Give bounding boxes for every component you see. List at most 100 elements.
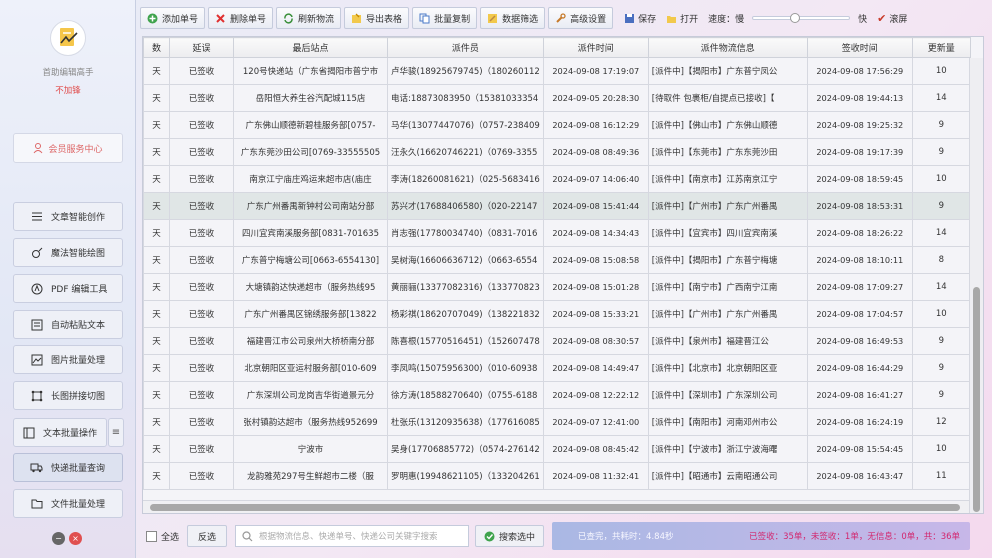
bottom-bar: 全选 反选 根据物流信息、快递单号、快递公司关键字搜索 搜索选中 已查完，共耗时… — [140, 520, 992, 552]
delete-number-label: 删除单号 — [230, 14, 267, 25]
sidebar-item-express[interactable]: 快递批量查询 — [13, 453, 123, 482]
open-button[interactable]: 打开 — [666, 12, 698, 25]
advanced-settings-button[interactable]: 高级设置 — [548, 7, 614, 29]
table-cell: 2024-09-08 18:10:11 — [806, 246, 913, 274]
column-header[interactable]: 更新量 — [911, 37, 971, 58]
table-row[interactable]: 天已签收 福建晋江市公司泉州大桥桥南分部 陈喜根(15770516451)（1526… — [143, 327, 971, 355]
select-all-checkbox[interactable]: 全选 — [146, 530, 179, 543]
vertical-scroll-thumb[interactable] — [973, 287, 980, 512]
table-cell: 2024-09-08 14:34:43 — [542, 219, 649, 247]
table-cell: 2024-09-08 17:09:27 — [806, 273, 913, 301]
table-row[interactable]: 天已签收 南京江宁庙庄鸡运来超市店(庙庄 李涛(18260081621)（025-5… — [143, 165, 971, 193]
table-cell: 龙韵雅苑297号生鲜超市二楼（服 — [233, 462, 388, 490]
save-button[interactable]: 保存 — [624, 12, 656, 25]
table-row[interactable]: 天已签收 岳阳恒大养生谷汽配城115店 电话:18873083950（1538103… — [143, 84, 971, 112]
wrench-icon — [555, 12, 566, 24]
table-cell: 天 — [143, 192, 170, 220]
table-cell: 10 — [911, 57, 971, 85]
invert-selection-button[interactable]: 反选 — [187, 525, 228, 547]
table-cell: 广东东莞沙田公司[0769-33555505 — [233, 138, 388, 166]
table-cell: 10 — [911, 435, 971, 463]
search-input[interactable]: 根据物流信息、快递单号、快递公司关键字搜索 — [235, 525, 470, 547]
copy-icon — [419, 13, 430, 24]
table-cell: 广东佛山顺德新碧桂服务部[0757- — [233, 111, 388, 139]
table-cell: 陈喜根(15770516451)（152607478 — [387, 327, 544, 355]
column-header[interactable]: 最后站点 — [233, 37, 388, 58]
batch-copy-button[interactable]: 批量复制 — [412, 7, 478, 29]
sidebar-item-article[interactable]: 文章智能创作 — [13, 202, 123, 231]
table-cell: 已签收 — [169, 192, 234, 220]
delete-number-button[interactable]: 删除单号 — [208, 7, 274, 29]
table-row[interactable]: 天已签收 广东佛山顺德新碧桂服务部[0757- 马华(13077447076)（07… — [143, 111, 971, 139]
vip-status[interactable]: 不加锋 — [0, 84, 136, 96]
table-cell: 李凤鸣(15075956300)（010-60938 — [387, 354, 544, 382]
sidebar-item-stitch[interactable]: 长图拼接切图 — [13, 381, 123, 410]
table-row[interactable]: 天已签收 龙韵雅苑297号生鲜超市二楼（服 罗明惠(19948621105)（133… — [143, 462, 971, 490]
check-circle-icon — [484, 531, 495, 541]
checkbox-box[interactable] — [146, 530, 157, 542]
export-table-button[interactable]: 导出表格 — [344, 7, 410, 29]
table-row[interactable]: 天已签收 宁波市 吴身(17706885772)（0574-276142 2024-0… — [143, 435, 971, 463]
sidebar-item-files[interactable]: 文件批量处理 — [13, 489, 123, 518]
scroll-toggle[interactable]: ✔ 滚屏 — [877, 12, 907, 25]
table-cell: 福建晋江市公司泉州大桥桥南分部 — [233, 327, 388, 355]
vertical-scrollbar[interactable] — [969, 58, 983, 513]
table-row[interactable]: 天已签收 广东广州番禺新钟村公司南站分部 苏兴才(17688406580)（020-… — [143, 192, 971, 220]
column-header[interactable]: 派件物流信息 — [647, 37, 808, 58]
column-header[interactable]: 延误 — [169, 37, 234, 58]
sidebar-item-text[interactable]: 文本批量操作 — [13, 418, 107, 447]
table-row[interactable]: 天已签收 广东普宁梅塘公司[0663-6554130] 吴树海(1660663671… — [143, 246, 971, 274]
table-cell: 2024-09-08 19:25:32 — [806, 111, 913, 139]
table-cell: 9 — [911, 354, 971, 382]
table-row[interactable]: 天已签收 北京朝阳区亚运村服务部[010-609 李凤鸣(15075956300)（… — [143, 354, 971, 382]
table-row[interactable]: 天已签收 广东深圳公司龙岗吉华街道景元分 徐方涛(18588270640)（0755… — [143, 381, 971, 409]
close-icon[interactable]: × — [69, 532, 82, 545]
table-row[interactable]: 天已签收 120号快递站（广东省揭阳市普宁市 卢华骏(18925679745)（18… — [143, 57, 971, 85]
search-placeholder: 根据物流信息、快递单号、快递公司关键字搜索 — [259, 532, 438, 542]
data-filter-button[interactable]: 数据筛选 — [480, 7, 546, 29]
status-bar: 已查完，共耗时：4.84秒 已签收：35单，未签收：1单，无信息：0单，共：36… — [552, 522, 971, 550]
table-cell: 杜张乐(13120935638)（177616085 — [387, 408, 544, 436]
sidebar-item-drawing[interactable]: 魔法智能绘图 — [13, 238, 123, 267]
refresh-logistics-button[interactable]: 刷新物流 — [276, 7, 342, 29]
sidebar-item-label: 魔法智能绘图 — [51, 249, 106, 259]
table-cell: 肖志强(17780034740)（0831-7016 — [387, 219, 544, 247]
app-name: 首助编辑高手 — [42, 68, 94, 78]
horizontal-scrollbar[interactable] — [143, 500, 969, 513]
speed-slider[interactable] — [752, 13, 851, 23]
column-header[interactable]: 数 — [143, 37, 170, 58]
table-cell: [派件中]【南阳市】河南邓州市公 — [647, 408, 808, 436]
table-row[interactable]: 天已签收 广东东莞沙田公司[0769-33555505 汪永久(1662074622… — [143, 138, 971, 166]
sidebar-item-paste[interactable]: 自动粘贴文本 — [13, 310, 123, 339]
table-cell: [派件中]【深圳市】广东深圳公司 — [647, 381, 808, 409]
table-cell: 2024-09-08 12:22:12 — [542, 381, 649, 409]
sidebar-item-pdf[interactable]: PDF 编辑工具 — [13, 274, 123, 303]
add-number-label: 添加单号 — [162, 14, 199, 25]
minimize-icon[interactable]: − — [52, 532, 65, 545]
table-cell: 2024-09-08 11:32:41 — [542, 462, 649, 490]
table-row[interactable]: 天已签收 广东广州番禺区锦绣服务部[13822 杨彩祺(18620707049)（1… — [143, 300, 971, 328]
column-header[interactable]: 签收时间 — [806, 37, 913, 58]
table-cell: 2024-09-08 19:17:39 — [806, 138, 913, 166]
table-row[interactable]: 天已签收 张村镇韵达超市（服务热线952699 杜张乐(13120935638)（1… — [143, 408, 971, 436]
table-cell: 已签收 — [169, 408, 234, 436]
table-row[interactable]: 天已签收 四川宜宾南溪服务部[0831-701635 肖志强(17780034740… — [143, 219, 971, 247]
table-cell: 大塘镇韵达快递超市（服务热线95 — [233, 273, 388, 301]
add-number-button[interactable]: 添加单号 — [140, 7, 206, 29]
horizontal-scroll-thumb[interactable] — [150, 504, 960, 511]
table-row[interactable]: 天已签收 大塘镇韵达快递超市（服务热线95 黄丽骊(13377082316)（133… — [143, 273, 971, 301]
status-counts-text: 已签收：35单，未签收：1单，无信息：0单，共：36单 — [749, 532, 961, 542]
table-cell: 已签收 — [169, 462, 234, 490]
table-cell: 2024-09-08 15:01:28 — [542, 273, 649, 301]
search-selected-button[interactable]: 搜索选中 — [475, 525, 545, 547]
column-header[interactable]: 派件员 — [387, 37, 544, 58]
data-table: 数延误 最后站点 派件员 派件时间 派件物流信息 签收时间 更新量 天已签收 120号快递站（… — [143, 37, 971, 490]
speed-slider-knob[interactable] — [790, 13, 801, 23]
member-center-button[interactable]: 会员服务中心 — [13, 133, 123, 163]
sidebar-item-label: 文件批量处理 — [51, 500, 106, 510]
menu-more-icon[interactable]: ≡ — [108, 418, 124, 447]
status-done-text: 已查完，共耗时：4.84秒 — [578, 532, 674, 542]
sidebar-item-image[interactable]: 图片批量处理 — [13, 345, 123, 374]
column-header[interactable]: 派件时间 — [542, 37, 649, 58]
member-center-label: 会员服务中心 — [48, 144, 103, 155]
